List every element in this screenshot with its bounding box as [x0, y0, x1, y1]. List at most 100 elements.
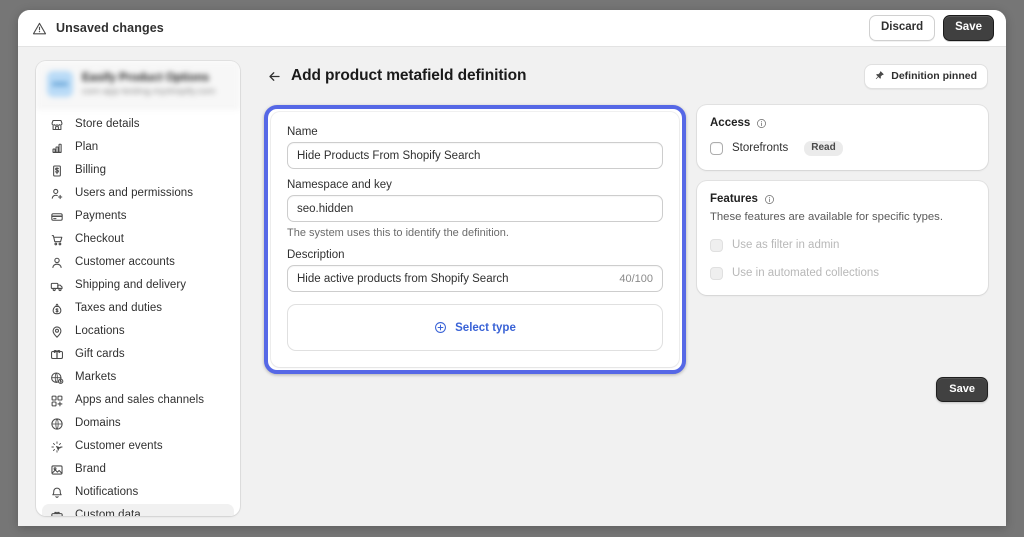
sidebar-item-taxes-and-duties[interactable]: Taxes and duties	[42, 297, 234, 320]
access-row-label: Storefronts	[732, 142, 789, 154]
globe-icon	[50, 417, 64, 431]
settings-sidebar: Easify Product Options com-app-testing.m…	[36, 61, 240, 516]
checkbox-storefronts[interactable]	[710, 141, 723, 155]
unsaved-changes-label: Unsaved changes	[56, 21, 164, 35]
info-circle-icon[interactable]	[764, 194, 775, 205]
definition-pinned-label: Definition pinned	[891, 69, 977, 82]
sidebar-item-customer-accounts[interactable]: Customer accounts	[42, 251, 234, 274]
description-input-value: Hide active products from Shopify Search	[297, 272, 509, 285]
sidebar-item-label: Notifications	[75, 485, 139, 498]
sidebar-item-markets[interactable]: Markets	[42, 366, 234, 389]
sidebar-item-apps-and-sales-channels[interactable]: Apps and sales channels	[42, 389, 234, 412]
contextual-save-bar: Unsaved changes Discard Save	[18, 10, 1006, 47]
features-title: Features	[710, 193, 758, 205]
sidebar-item-label: Checkout	[75, 232, 124, 245]
sidebar-item-domains[interactable]: Domains	[42, 412, 234, 435]
sidebar-item-plan[interactable]: Plan	[42, 136, 234, 159]
arrow-left-icon[interactable]	[264, 66, 284, 86]
sidebar-item-label: Brand	[75, 462, 106, 475]
features-description: These features are available for specifi…	[710, 211, 943, 223]
save-bar-actions: Discard Save	[868, 15, 994, 41]
settings-nav: Store details Plan Billing Users and permis…	[36, 109, 240, 516]
checkbox-use-as-filter-in-admin	[710, 238, 723, 252]
sidebar-item-label: Apps and sales channels	[75, 393, 205, 406]
sidebar-item-gift-cards[interactable]: Gift cards	[42, 343, 234, 366]
bottom-save-container: Save	[936, 377, 988, 402]
sidebar-item-label: Billing	[75, 163, 107, 176]
sidebar-item-label: Plan	[75, 140, 99, 153]
credit-card-icon	[50, 210, 64, 224]
sidebar-item-label: Gift cards	[75, 347, 125, 360]
sidebar-item-label: Taxes and duties	[75, 301, 163, 314]
sidebar-item-notifications[interactable]: Notifications	[42, 481, 234, 504]
sidebar-item-label: Users and permissions	[75, 186, 194, 199]
sidebar-item-brand[interactable]: Brand	[42, 458, 234, 481]
store-header[interactable]: Easify Product Options com-app-testing.m…	[36, 61, 240, 109]
person-icon	[50, 256, 64, 270]
pin-icon	[874, 70, 885, 81]
namespace-and-key-input[interactable]: seo.hidden	[287, 195, 663, 222]
status-badge: Read	[804, 140, 843, 156]
feature-row-label: Use in automated collections	[732, 267, 880, 280]
sidebar-item-billing[interactable]: Billing	[42, 159, 234, 182]
cursor-click-icon	[50, 440, 64, 454]
sidebar-item-label: Markets	[75, 370, 117, 383]
description-input[interactable]: Hide active products from Shopify Search…	[287, 265, 663, 292]
gift-card-icon	[50, 348, 64, 362]
checkbox-use-in-automated-collections	[710, 266, 723, 280]
name-input[interactable]: Hide Products From Shopify Search	[287, 142, 663, 169]
select-type-label: Select type	[455, 321, 516, 334]
sidebar-item-users-and-permissions[interactable]: Users and permissions	[42, 182, 234, 205]
sidebar-item-label: Shipping and delivery	[75, 278, 187, 291]
chart-bar-icon	[50, 141, 64, 155]
sidebar-item-label: Locations	[75, 324, 125, 337]
page-header: Add product metafield definition Definit…	[264, 61, 988, 91]
sidebar-item-label: Payments	[75, 209, 127, 222]
receipt-icon	[50, 164, 64, 178]
bell-icon	[50, 486, 64, 500]
page-title: Add product metafield definition	[291, 67, 527, 84]
metafield-form-card: Name Hide Products From Shopify Search N…	[271, 112, 679, 367]
save-bar-message: Unsaved changes	[32, 21, 164, 36]
store-logo	[47, 71, 73, 97]
access-panel: Access Storefronts Read	[697, 105, 988, 170]
discard-button[interactable]: Discard	[868, 15, 936, 41]
sidebar-item-label: Customer accounts	[75, 255, 175, 268]
definition-pinned-button[interactable]: Definition pinned	[864, 63, 988, 89]
info-circle-icon[interactable]	[756, 118, 767, 129]
save-button[interactable]: Save	[943, 15, 994, 41]
sidebar-item-payments[interactable]: Payments	[42, 205, 234, 228]
features-panel: Features These features are available fo…	[697, 181, 988, 296]
namespace-label: Namespace and key	[287, 179, 392, 191]
page-body: Easify Product Options com-app-testing.m…	[18, 47, 1006, 526]
sidebar-item-customer-events[interactable]: Customer events	[42, 435, 234, 458]
person-add-icon	[50, 187, 64, 201]
sidebar-item-checkout[interactable]: Checkout	[42, 228, 234, 251]
select-type-button[interactable]: Select type	[287, 304, 663, 351]
sidebar-item-label: Customer events	[75, 439, 163, 452]
access-row-storefronts[interactable]: Storefronts Read	[710, 140, 975, 156]
sidebar-item-custom-data[interactable]: Custom data	[42, 504, 234, 516]
name-input-value: Hide Products From Shopify Search	[297, 149, 481, 162]
sidebar-item-store-details[interactable]: Store details	[42, 113, 234, 136]
sidebar-item-label: Store details	[75, 117, 140, 130]
tax-bag-icon	[50, 302, 64, 316]
plus-circle-icon	[434, 321, 447, 334]
store-name: Easify Product Options	[82, 71, 210, 84]
bottom-save-button[interactable]: Save	[936, 377, 988, 402]
access-title: Access	[710, 117, 751, 129]
namespace-help-text: The system uses this to identify the def…	[287, 227, 509, 239]
sidebar-item-label: Domains	[75, 416, 121, 429]
sidebar-item-label: Custom data	[75, 508, 141, 516]
side-panels: Access Storefronts Read Features These f…	[686, 105, 988, 306]
metafield-form-focus-ring: Name Hide Products From Shopify Search N…	[264, 105, 686, 374]
storefront-icon	[50, 118, 64, 132]
main-content: Add product metafield definition Definit…	[240, 61, 988, 526]
content-columns: Name Hide Products From Shopify Search N…	[264, 105, 988, 374]
sidebar-item-locations[interactable]: Locations	[42, 320, 234, 343]
store-url: com-app-testing.myshopify.com	[82, 85, 216, 97]
truck-icon	[50, 279, 64, 293]
description-character-counter: 40/100	[619, 272, 653, 285]
globe-money-icon	[50, 371, 64, 385]
sidebar-item-shipping-and-delivery[interactable]: Shipping and delivery	[42, 274, 234, 297]
